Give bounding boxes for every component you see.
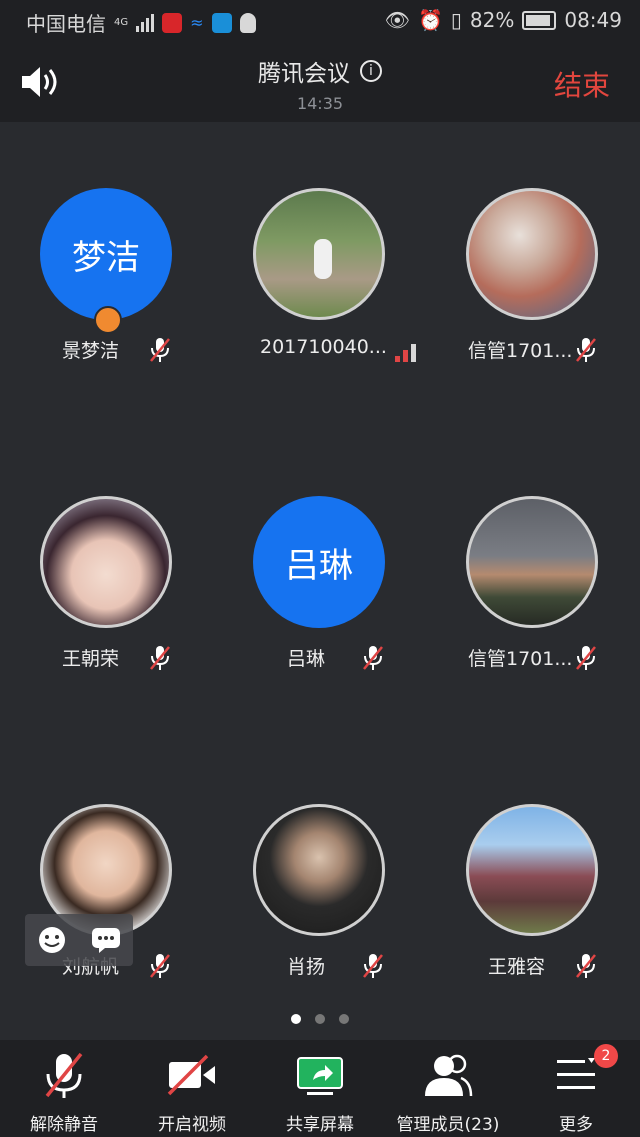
carrier-label: 中国电信 <box>26 12 106 36</box>
participant-tile[interactable]: 肖扬 <box>213 738 426 1038</box>
manage-members-button[interactable]: 管理成员(23) <box>384 1046 512 1136</box>
meeting-title: 腾讯会议 <box>258 61 350 87</box>
video-off-icon <box>167 1054 215 1096</box>
status-bar: 中国电信 4G ≈ 👁 ⏰ ▯ 82% 08:49 <box>0 0 640 44</box>
start-video-label: 开启视频 <box>158 1115 226 1135</box>
participant-grid: 梦洁 景梦洁 201710040... 信管1701... 王朝荣 吕琳 吕琳 … <box>0 122 640 1032</box>
network-label: 4G <box>114 17 129 28</box>
avatar <box>253 804 385 936</box>
chat-bubble-icon <box>92 928 120 953</box>
page-indicator <box>0 1014 640 1024</box>
participant-tile[interactable]: 梦洁 景梦洁 <box>0 122 213 422</box>
avatar <box>253 188 385 320</box>
bottom-toolbar: 解除静音 开启视频 共享屏幕 管理成员(23) 2 更多 <box>0 1040 640 1137</box>
alarm-icon: ⏰ <box>417 8 443 32</box>
mic-muted-icon <box>150 338 170 362</box>
meeting-app-icon: ≈ <box>190 13 204 32</box>
participant-name: 景梦洁 <box>62 340 120 362</box>
avatar: 吕琳 <box>253 496 385 628</box>
avatar <box>466 188 598 320</box>
mic-muted-icon <box>576 954 596 978</box>
participant-name: 信管1701... <box>468 648 573 670</box>
recorder-app-icon <box>162 12 183 33</box>
chat-button[interactable] <box>79 914 133 966</box>
security-app-icon <box>211 12 232 33</box>
mic-muted-icon <box>576 646 596 670</box>
emoji-icon <box>39 927 65 953</box>
participant-name: 信管1701... <box>468 340 573 362</box>
share-screen-button[interactable]: 共享屏幕 <box>256 1046 384 1136</box>
more-button[interactable]: 2 更多 <box>512 1044 640 1136</box>
participant-tile[interactable]: 刘航帆 <box>0 738 213 1038</box>
unmute-label: 解除静音 <box>30 1115 98 1135</box>
mic-muted-icon <box>363 646 383 670</box>
mic-muted-icon <box>576 338 596 362</box>
mic-muted-icon <box>150 954 170 978</box>
start-video-button[interactable]: 开启视频 <box>128 1046 256 1136</box>
share-screen-label: 共享屏幕 <box>286 1115 354 1135</box>
qq-icon <box>239 12 256 33</box>
members-icon <box>425 1054 473 1097</box>
participant-tile[interactable]: 201710040... <box>213 122 426 422</box>
participant-name: 王雅容 <box>488 956 546 978</box>
meeting-header: 腾讯会议 i 14:35 结束 <box>0 44 640 122</box>
page-dot-active[interactable] <box>291 1014 301 1024</box>
emoji-button[interactable] <box>25 914 79 966</box>
participant-tile[interactable]: 信管1701... <box>426 430 639 730</box>
share-screen-icon <box>297 1057 343 1095</box>
page-dot[interactable] <box>315 1014 325 1024</box>
speaking-bars-icon <box>395 342 416 362</box>
manage-members-label: 管理成员(23) <box>396 1115 500 1135</box>
participant-tile[interactable]: 吕琳 吕琳 <box>213 430 426 730</box>
participant-tile[interactable]: 信管1701... <box>426 122 639 422</box>
participant-tile[interactable]: 王雅容 <box>426 738 639 1038</box>
battery-percent: 82% <box>469 8 515 32</box>
mic-muted-icon <box>45 1052 83 1098</box>
avatar <box>466 496 598 628</box>
participant-name: 201710040... <box>260 336 387 358</box>
unmute-button[interactable]: 解除静音 <box>0 1046 128 1136</box>
mic-muted-icon <box>363 954 383 978</box>
vibrate-icon: ▯ <box>450 8 462 32</box>
signal-icon <box>136 13 155 32</box>
avatar <box>466 804 598 936</box>
meeting-duration: 14:35 <box>296 94 344 113</box>
eye-icon: 👁 <box>384 8 410 32</box>
page-dot[interactable] <box>339 1014 349 1024</box>
more-badge: 2 <box>594 1044 618 1068</box>
avatar <box>40 496 172 628</box>
more-label: 更多 <box>559 1115 593 1135</box>
end-meeting-button[interactable]: 结束 <box>554 64 610 104</box>
participant-name: 王朝荣 <box>62 648 120 670</box>
avatar: 梦洁 <box>40 188 172 320</box>
participant-name: 肖扬 <box>287 956 326 978</box>
battery-icon <box>522 10 557 30</box>
participant-tile[interactable]: 王朝荣 <box>0 430 213 730</box>
participant-name: 吕琳 <box>287 648 326 670</box>
host-badge-icon <box>94 306 122 334</box>
info-icon[interactable]: i <box>360 60 382 82</box>
mic-muted-icon <box>150 646 170 670</box>
floating-action-panel <box>25 914 133 966</box>
clock: 08:49 <box>564 8 622 32</box>
